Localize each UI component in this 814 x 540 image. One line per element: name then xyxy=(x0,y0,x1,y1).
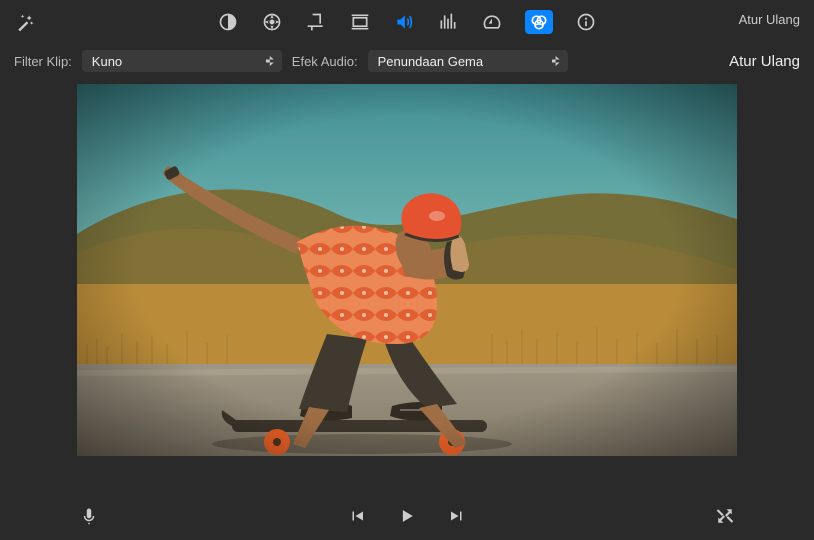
clip-filter-label: Filter Klip: xyxy=(14,54,72,69)
fullscreen-icon[interactable] xyxy=(714,505,736,527)
audio-effect-label: Efek Audio: xyxy=(292,54,358,69)
voiceover-icon[interactable] xyxy=(78,505,100,527)
audio-effect-value: Penundaan Gema xyxy=(378,54,484,69)
reset-all-button[interactable]: Atur Ulang xyxy=(739,12,800,27)
clip-filter-icon[interactable] xyxy=(525,10,553,34)
playback-bar xyxy=(0,492,814,540)
clip-filter-value: Kuno xyxy=(92,54,122,69)
stabilization-icon[interactable] xyxy=(349,11,371,33)
speed-icon[interactable] xyxy=(481,11,503,33)
color-balance-icon[interactable] xyxy=(217,11,239,33)
video-preview[interactable] xyxy=(77,84,737,456)
filter-bar: Filter Klip: Kuno Efek Audio: Penundaan … xyxy=(0,44,814,84)
adjust-toolbar: Atur Ulang xyxy=(0,0,814,44)
noise-reduction-icon[interactable] xyxy=(437,11,459,33)
audio-effect-dropdown[interactable]: Penundaan Gema xyxy=(368,50,568,72)
magic-wand-icon[interactable] xyxy=(14,12,36,34)
play-button[interactable] xyxy=(396,505,418,527)
reset-filter-button[interactable]: Atur Ulang xyxy=(729,53,800,70)
clip-filter-dropdown[interactable]: Kuno xyxy=(82,50,282,72)
next-button[interactable] xyxy=(446,505,468,527)
previous-button[interactable] xyxy=(346,505,368,527)
info-icon[interactable] xyxy=(575,11,597,33)
volume-icon[interactable] xyxy=(393,11,415,33)
crop-icon[interactable] xyxy=(305,11,327,33)
color-correction-icon[interactable] xyxy=(261,11,283,33)
